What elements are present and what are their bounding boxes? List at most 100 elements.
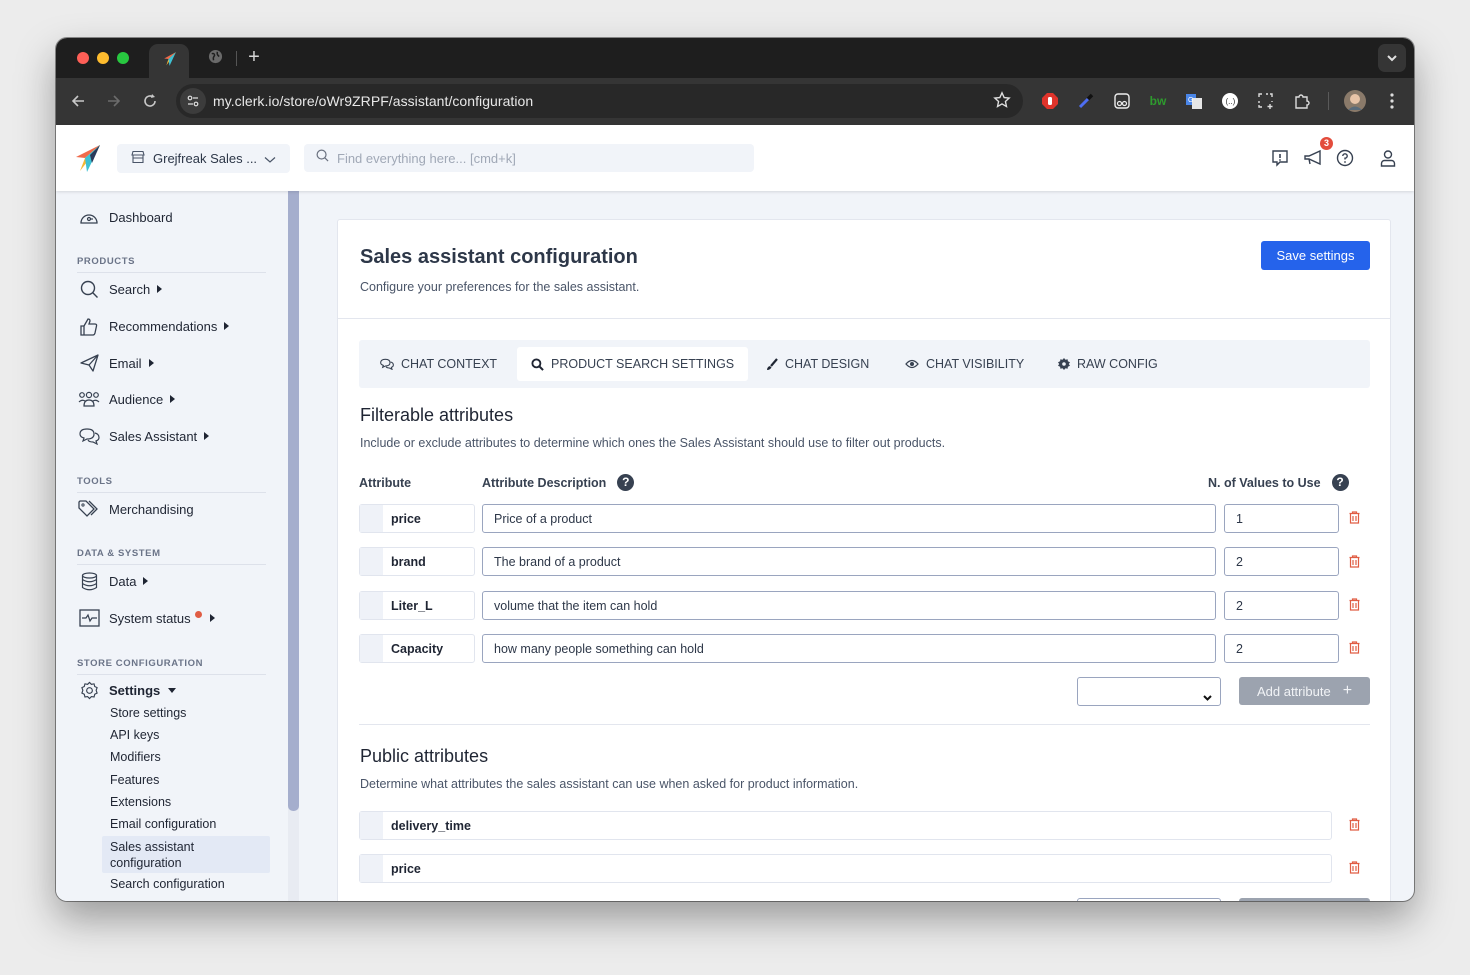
trash-icon[interactable] xyxy=(1348,640,1360,654)
minimize-window-button[interactable] xyxy=(97,52,109,64)
user-account-icon[interactable] xyxy=(1377,147,1399,169)
values-to-use-input[interactable] xyxy=(1224,504,1339,533)
sidebar-item-search[interactable]: Search xyxy=(78,277,163,301)
attribute-description-input[interactable] xyxy=(482,504,1216,533)
sidebar-item-system-status[interactable]: System status xyxy=(78,606,215,630)
trash-icon[interactable] xyxy=(1348,817,1360,831)
svg-text:G: G xyxy=(1188,97,1193,104)
sidebar-item-merchandising[interactable]: Merchandising xyxy=(78,497,194,521)
values-to-use-input[interactable] xyxy=(1224,591,1339,620)
values-to-use-input[interactable] xyxy=(1224,547,1339,576)
browser-tab-active[interactable] xyxy=(149,44,189,78)
app-header: Grejfreak Sales ... Find everything here… xyxy=(56,125,1414,191)
sidebar-subitem-extensions[interactable]: Extensions xyxy=(110,795,171,809)
feedback-icon[interactable] xyxy=(1269,147,1291,169)
tab-chat-context[interactable]: CHAT CONTEXT xyxy=(366,347,511,381)
config-tabs: CHAT CONTEXT PRODUCT SEARCH SETTINGS CHA… xyxy=(359,340,1370,388)
caret-right-icon xyxy=(157,285,163,293)
store-selector[interactable]: Grejfreak Sales ... xyxy=(117,144,290,173)
drag-handle[interactable] xyxy=(360,812,383,839)
attribute-description-input[interactable] xyxy=(482,591,1216,620)
sidebar-item-sales-assistant[interactable]: Sales Assistant xyxy=(78,424,210,448)
attribute-name[interactable]: price xyxy=(359,504,475,533)
help-circle-icon[interactable]: ? xyxy=(617,474,635,491)
col-header-values-to-use: N. of Values to Use ? xyxy=(1208,474,1349,491)
chevron-down-icon xyxy=(1386,49,1398,67)
public-attribute-item[interactable]: price xyxy=(359,854,1332,883)
tab-product-search-settings[interactable]: PRODUCT SEARCH SETTINGS xyxy=(517,347,749,381)
sidebar-item-settings[interactable]: Settings xyxy=(78,678,177,702)
google-translate-icon[interactable]: G xyxy=(1183,90,1205,112)
values-to-use-input[interactable] xyxy=(1224,634,1339,663)
extensions-puzzle-icon[interactable] xyxy=(1291,90,1313,112)
ghostery-icon[interactable] xyxy=(1111,90,1133,112)
sidebar-scrollbar-thumb[interactable] xyxy=(288,191,299,811)
tab-chat-design[interactable]: CHAT DESIGN xyxy=(752,347,883,381)
drag-handle[interactable] xyxy=(360,548,383,575)
adblock-icon[interactable] xyxy=(1039,90,1061,112)
help-circle-icon[interactable]: ? xyxy=(1331,474,1349,491)
trash-icon[interactable] xyxy=(1348,510,1360,524)
sidebar-subitem-features[interactable]: Features xyxy=(110,773,159,787)
sidebar-subitem-modifiers[interactable]: Modifiers xyxy=(110,750,161,764)
drag-handle[interactable] xyxy=(360,592,383,619)
trash-icon[interactable] xyxy=(1348,597,1360,611)
address-bar[interactable]: my.clerk.io/store/oWr9ZRPF/assistant/con… xyxy=(176,84,1023,118)
attribute-name[interactable]: Capacity xyxy=(359,634,475,663)
tab-label: CHAT CONTEXT xyxy=(401,357,498,371)
clerk-logo[interactable] xyxy=(72,143,102,173)
attribute-name[interactable]: brand xyxy=(359,547,475,576)
tab-search-button[interactable] xyxy=(1378,44,1406,72)
sidebar-item-data[interactable]: Data xyxy=(78,569,149,593)
new-tab-button[interactable]: + xyxy=(244,46,264,68)
sidebar-subitem-api-keys[interactable]: API keys xyxy=(110,728,159,742)
drag-handle[interactable] xyxy=(360,855,383,882)
tab-raw-config[interactable]: RAW CONFIG xyxy=(1044,347,1172,381)
help-icon[interactable] xyxy=(1334,147,1356,169)
reload-button[interactable] xyxy=(139,90,161,112)
attribute-description-input[interactable] xyxy=(482,547,1216,576)
trash-icon[interactable] xyxy=(1348,554,1360,568)
sidebar-subitem-email-configuration[interactable]: Email configuration xyxy=(110,817,216,831)
sidebar-item-email[interactable]: Email xyxy=(78,351,154,375)
attribute-select[interactable] xyxy=(1077,677,1221,706)
announcements-megaphone-icon[interactable] xyxy=(1302,147,1324,169)
sidebar-subitem-store-settings[interactable]: Store settings xyxy=(110,706,186,720)
browser-window: + my.clerk.io/store/oWr9ZRPF/assistant/c… xyxy=(56,38,1414,901)
back-button[interactable] xyxy=(67,90,89,112)
screenshot-icon[interactable] xyxy=(1255,90,1277,112)
browser-menu-button[interactable] xyxy=(1381,90,1403,112)
public-attribute-select[interactable] xyxy=(1077,898,1221,901)
sidebar-item-recommendations[interactable]: Recommendations xyxy=(78,314,230,338)
sidebar-section-products: PRODUCTS xyxy=(77,256,266,273)
drag-handle[interactable] xyxy=(360,505,383,532)
save-settings-button[interactable]: Save settings xyxy=(1261,241,1370,270)
tab-chat-visibility[interactable]: CHAT VISIBILITY xyxy=(891,347,1038,381)
attribute-name[interactable]: Liter_L xyxy=(359,591,475,620)
bw-icon[interactable]: bw xyxy=(1147,90,1169,112)
bookmark-star-icon[interactable] xyxy=(993,91,1011,114)
browser-tab[interactable] xyxy=(205,49,225,69)
filterable-attributes-title: Filterable attributes xyxy=(360,405,514,425)
drag-handle[interactable] xyxy=(360,635,383,662)
sidebar-subitem-sales-assistant-configuration[interactable]: Sales assistant configuration xyxy=(102,836,270,873)
dark-reader-icon[interactable]: (..) xyxy=(1219,90,1241,112)
site-info-button[interactable] xyxy=(180,88,206,114)
trash-icon[interactable] xyxy=(1348,860,1360,874)
forward-button[interactable] xyxy=(103,90,125,112)
sidebar-item-audience[interactable]: Audience xyxy=(78,387,176,411)
add-attribute-button[interactable]: Add attribute + xyxy=(1239,677,1370,705)
add-public-attribute-button[interactable] xyxy=(1239,898,1370,901)
caret-right-icon xyxy=(170,395,176,403)
page-title: Sales assistant configuration xyxy=(360,246,638,268)
global-search-input[interactable]: Find everything here... [cmd+k] xyxy=(304,144,754,172)
attribute-description-input[interactable] xyxy=(482,634,1216,663)
public-attribute-item[interactable]: delivery_time xyxy=(359,811,1332,840)
sidebar-item-dashboard[interactable]: Dashboard xyxy=(78,205,173,229)
maximize-window-button[interactable] xyxy=(117,52,129,64)
profile-avatar[interactable] xyxy=(1343,89,1367,113)
close-window-button[interactable] xyxy=(77,52,89,64)
eyedropper-icon[interactable] xyxy=(1075,90,1097,112)
sidebar-subitem-search-configuration[interactable]: Search configuration xyxy=(110,877,225,891)
divider xyxy=(338,318,1390,319)
